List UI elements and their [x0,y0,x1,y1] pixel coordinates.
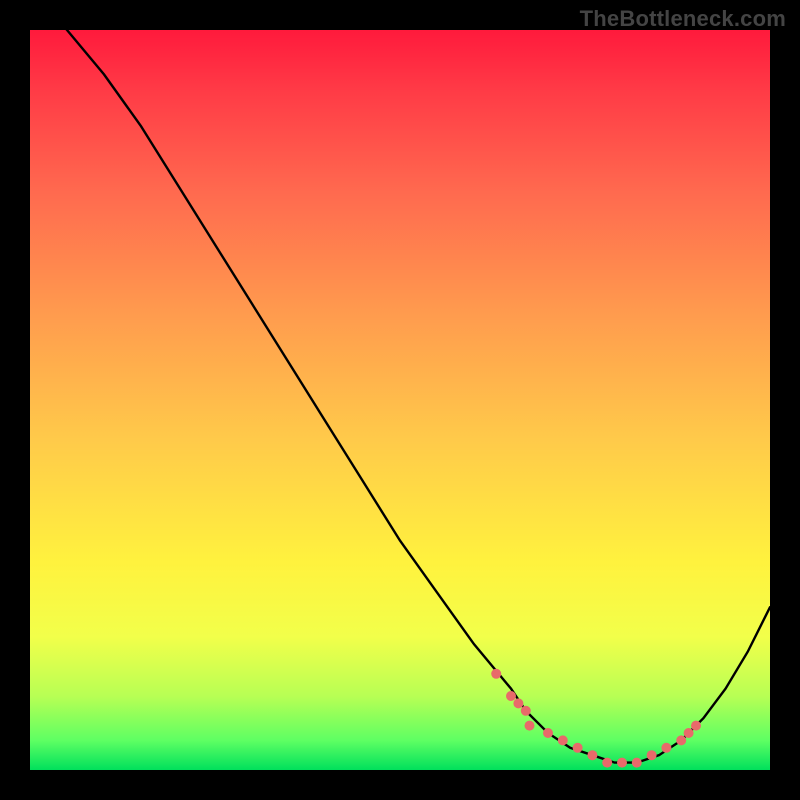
marker-dot [691,721,701,731]
marker-dot [617,758,627,768]
marker-dot [543,728,553,738]
marker-dot [632,758,642,768]
marker-dot [506,691,516,701]
marker-dot [513,698,523,708]
bottleneck-curve-svg [30,30,770,770]
marker-dot [573,743,583,753]
marker-dot [647,750,657,760]
highlight-dots [491,669,701,768]
marker-dot [521,706,531,716]
marker-dot [587,750,597,760]
watermark-text: TheBottleneck.com [580,6,786,32]
marker-dot [491,669,501,679]
marker-dot [661,743,671,753]
chart-frame: TheBottleneck.com [0,0,800,800]
marker-dot [676,735,686,745]
bottleneck-curve [30,0,770,763]
marker-dot [558,735,568,745]
marker-dot [525,721,535,731]
marker-dot [602,758,612,768]
marker-dot [684,728,694,738]
plot-area [30,30,770,770]
